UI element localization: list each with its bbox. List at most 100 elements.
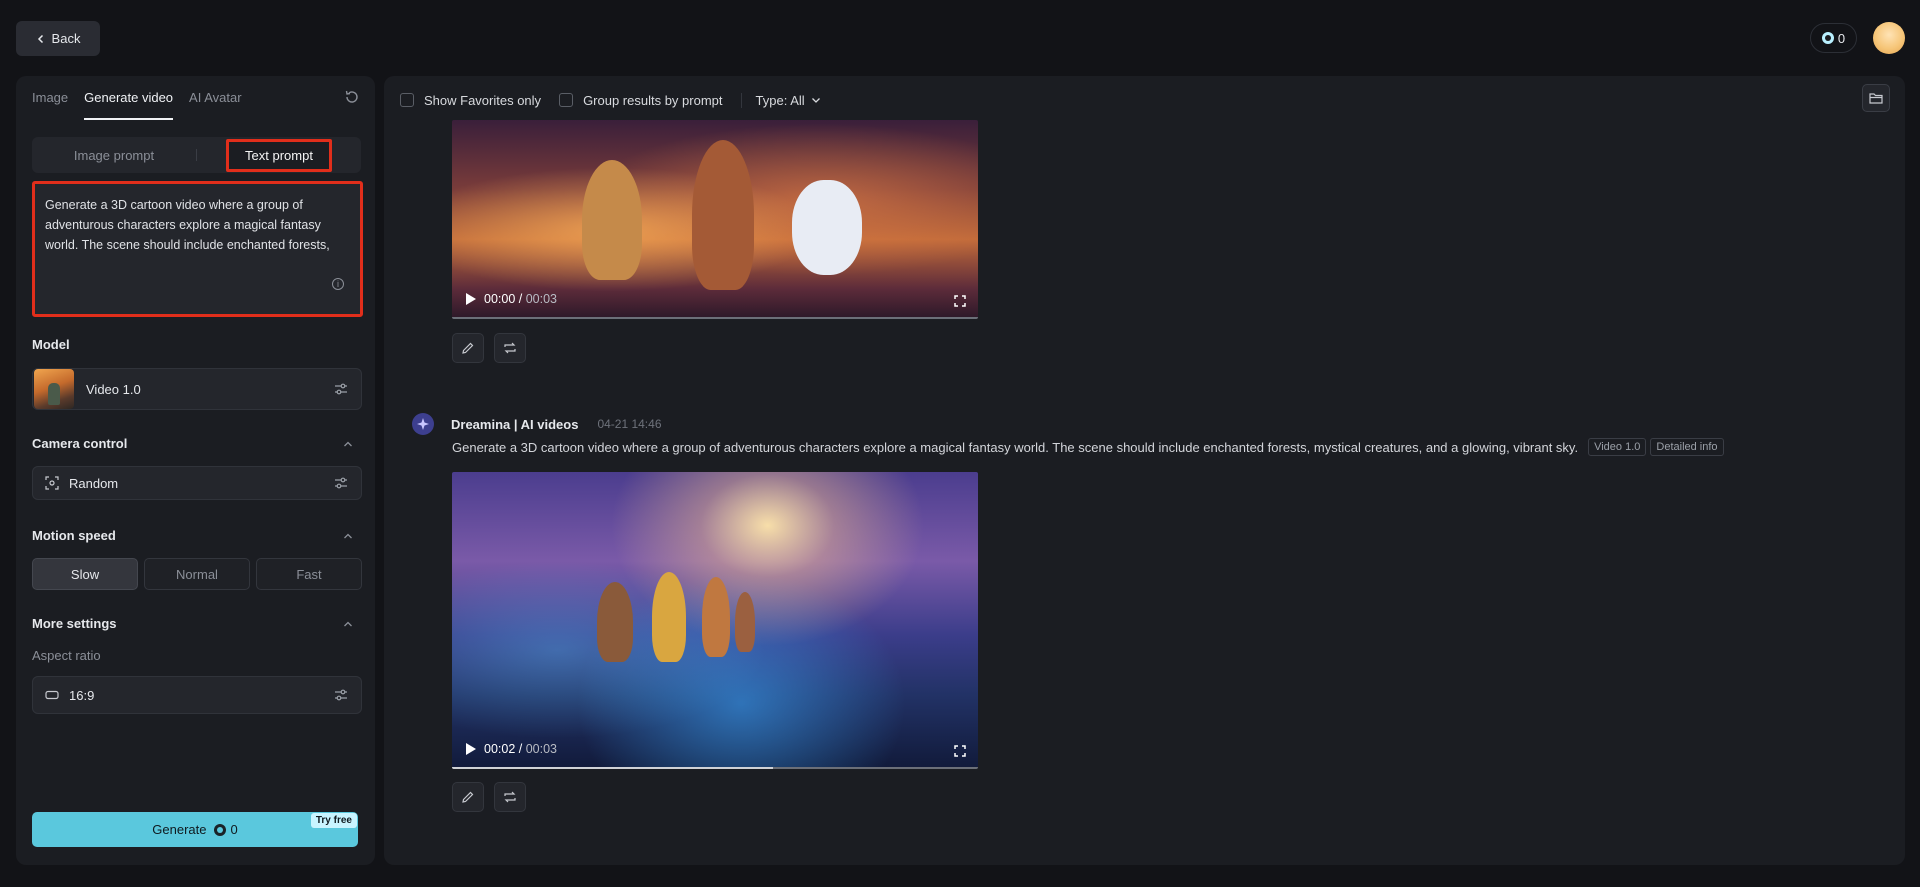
pencil-icon xyxy=(462,791,474,803)
tab-generate-video[interactable]: Generate video xyxy=(84,90,174,120)
video-frame-character xyxy=(597,582,633,662)
info-icon[interactable]: i xyxy=(332,278,344,290)
group-checkbox[interactable]: Group results by prompt xyxy=(559,92,723,108)
chevron-up-icon[interactable] xyxy=(343,439,353,449)
prompt-text[interactable]: Generate a 3D cartoon video where a grou… xyxy=(45,195,350,255)
edit-button[interactable] xyxy=(452,782,484,812)
tab-image[interactable]: Image xyxy=(32,90,68,120)
text-prompt-label: Text prompt xyxy=(226,138,332,172)
motion-section-label: Motion speed xyxy=(32,528,116,543)
speed-normal-button[interactable]: Normal xyxy=(144,558,250,590)
sparkle-icon xyxy=(417,418,429,430)
video-frame-character xyxy=(735,592,755,652)
video-frame-character xyxy=(582,160,642,280)
credits-badge[interactable]: 0 xyxy=(1810,23,1857,53)
camera-section-label: Camera control xyxy=(32,436,128,451)
chevron-down-icon xyxy=(811,98,820,103)
chevron-left-icon xyxy=(37,34,43,43)
message-prompt: Generate a 3D cartoon video where a grou… xyxy=(452,438,1724,456)
generator-panel: Image Generate video AI Avatar Image pro… xyxy=(16,76,375,865)
model-tag: Video 1.0 xyxy=(1588,438,1647,456)
video-progress-fill xyxy=(452,767,773,769)
current-time: 00:00 xyxy=(484,292,516,306)
current-time: 00:02 xyxy=(484,742,516,756)
speed-fast-button[interactable]: Fast xyxy=(256,558,362,590)
reset-icon[interactable] xyxy=(343,88,361,106)
video-controls: 00:02 / 00:03 xyxy=(452,729,978,769)
filter-bar: Show Favorites only Group results by pro… xyxy=(400,90,821,110)
back-button[interactable]: Back xyxy=(16,21,100,56)
video-time: 00:02 / 00:03 xyxy=(484,742,557,756)
model-section-label: Model xyxy=(32,337,70,352)
video-time: 00:00 / 00:03 xyxy=(484,292,557,306)
user-avatar[interactable] xyxy=(1873,22,1905,54)
video-frame-character xyxy=(692,140,754,290)
more-settings-label: More settings xyxy=(32,616,117,631)
camera-focus-icon xyxy=(45,476,59,490)
video-actions xyxy=(452,782,526,812)
folder-button[interactable] xyxy=(1862,84,1890,112)
video-player[interactable]: 00:02 / 00:03 xyxy=(452,472,978,769)
settings-sliders-icon xyxy=(335,383,347,395)
pencil-icon xyxy=(462,342,474,354)
model-selector[interactable]: Video 1.0 xyxy=(32,368,362,410)
video-frame-character xyxy=(652,572,686,662)
motion-speed-options: Slow Normal Fast xyxy=(32,558,362,590)
video-controls: 00:00 / 00:03 xyxy=(452,279,978,319)
duration: 00:03 xyxy=(525,292,557,306)
prompt-text: Generate a 3D cartoon video where a grou… xyxy=(452,439,1579,455)
generate-button[interactable]: Generate 0 Try free xyxy=(32,812,358,847)
text-prompt-option[interactable]: Text prompt xyxy=(197,138,361,172)
settings-sliders-icon xyxy=(335,689,347,701)
fullscreen-icon[interactable] xyxy=(954,295,966,307)
prompt-mode-switch: Image prompt Text prompt xyxy=(32,137,361,173)
bot-avatar xyxy=(412,413,434,435)
favorites-checkbox[interactable]: Show Favorites only xyxy=(400,93,541,108)
type-dropdown[interactable]: Type: All xyxy=(740,92,821,108)
message-header: Dreamina | AI videos 04-21 14:46 xyxy=(412,413,662,435)
repeat-icon xyxy=(504,342,516,354)
prompt-textarea[interactable]: Generate a 3D cartoon video where a grou… xyxy=(32,181,363,317)
video-progress[interactable] xyxy=(452,317,978,319)
chevron-up-icon[interactable] xyxy=(343,531,353,541)
speed-slow-button[interactable]: Slow xyxy=(32,558,138,590)
settings-sliders-icon xyxy=(335,477,347,489)
play-icon[interactable] xyxy=(466,293,476,305)
credits-count: 0 xyxy=(1837,30,1846,46)
credit-icon xyxy=(214,823,227,836)
aspect-ratio-icon xyxy=(45,690,59,700)
bot-name: Dreamina | AI videos xyxy=(451,416,579,432)
fullscreen-icon[interactable] xyxy=(954,745,966,757)
repeat-icon xyxy=(504,791,516,803)
video-frame-character xyxy=(702,577,730,657)
edit-button[interactable] xyxy=(452,333,484,363)
type-label: Type: All xyxy=(755,92,805,108)
camera-control-selector[interactable]: Random xyxy=(32,466,362,500)
group-label: Group results by prompt xyxy=(583,92,723,108)
checkbox-box xyxy=(559,93,574,107)
try-free-badge: Try free xyxy=(310,813,357,828)
play-icon[interactable] xyxy=(466,743,476,755)
duration: 00:03 xyxy=(525,742,557,756)
chevron-up-icon[interactable] xyxy=(343,619,353,629)
regenerate-button[interactable] xyxy=(494,782,526,812)
generate-cost-value: 0 xyxy=(230,822,238,837)
model-name: Video 1.0 xyxy=(86,381,141,397)
aspect-ratio-value: 16:9 xyxy=(69,687,95,703)
tab-ai-avatar[interactable]: AI Avatar xyxy=(189,90,242,120)
video-progress[interactable] xyxy=(452,767,978,769)
results-panel: Show Favorites only Group results by pro… xyxy=(384,76,1905,865)
video-frame-character xyxy=(792,180,862,275)
detailed-info-link[interactable]: Detailed info xyxy=(1650,438,1724,456)
folder-icon xyxy=(1869,93,1883,104)
message-timestamp: 04-21 14:46 xyxy=(597,417,662,431)
checkbox-box xyxy=(400,93,414,107)
video-actions xyxy=(452,333,526,363)
aspect-ratio-selector[interactable]: 16:9 xyxy=(32,676,362,714)
back-label: Back xyxy=(51,31,81,46)
image-prompt-option[interactable]: Image prompt xyxy=(32,148,196,163)
regenerate-button[interactable] xyxy=(494,333,526,363)
aspect-ratio-label: Aspect ratio xyxy=(32,648,101,663)
video-player[interactable]: 00:00 / 00:03 xyxy=(452,120,978,319)
model-thumbnail xyxy=(34,369,74,409)
